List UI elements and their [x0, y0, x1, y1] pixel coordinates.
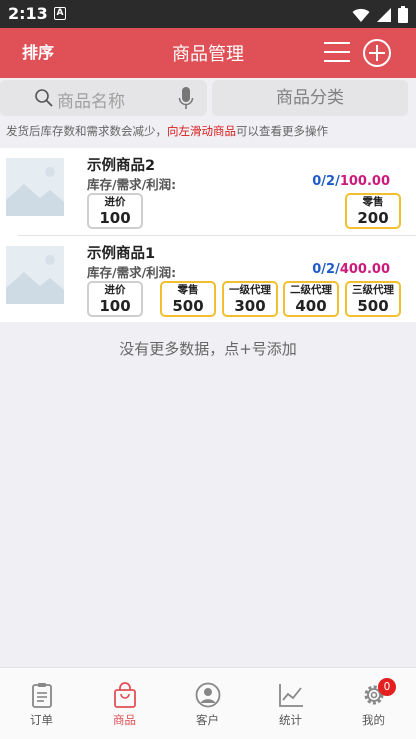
add-icon[interactable] — [362, 38, 392, 68]
tab-label: 商品 — [113, 713, 136, 727]
empty-state-text: 没有更多数据，点+号添加 — [119, 340, 297, 358]
price-value: 100 — [99, 209, 131, 227]
price-value: 500 — [172, 297, 204, 315]
menu-icon[interactable] — [322, 40, 352, 64]
price-value: 300 — [234, 297, 266, 315]
hint-text: 发货后库存数和需求数会减少，向左滑动商品可以查看更多操作 — [6, 123, 328, 139]
image-placeholder-icon — [6, 158, 64, 216]
app-header: 排序 商品管理 — [0, 28, 416, 78]
price-label: 进价 — [104, 284, 126, 296]
chart-icon — [279, 684, 303, 707]
stock-label: 库存/需求/利润: — [87, 177, 177, 192]
product-item[interactable]: 示例商品1 库存/需求/利润: 0/2/400.00 进价 100 零售 500… — [6, 235, 416, 322]
product-list: 示例商品2 库存/需求/利润: 0/2/100.00 进价 100 零售 200… — [0, 148, 416, 322]
price-label: 零售 — [177, 284, 199, 296]
product-item[interactable]: 示例商品2 库存/需求/利润: 0/2/100.00 进价 100 零售 200 — [0, 148, 416, 235]
tab-statistics[interactable]: 统计 — [249, 668, 332, 739]
product-name: 示例商品2 — [87, 158, 156, 174]
tab-mine[interactable]: 0 我的 — [332, 668, 415, 739]
tab-customers[interactable]: 客户 — [166, 668, 249, 739]
hint-text-highlight: 向左滑动商品 — [167, 124, 236, 138]
accessibility-icon: A — [54, 7, 66, 20]
tab-label: 我的 — [362, 713, 385, 727]
demand-value: 2 — [326, 262, 336, 277]
stock-value: 0 — [312, 262, 322, 277]
wifi-icon — [352, 8, 370, 22]
retail-price-box: 零售 200 — [345, 193, 401, 229]
image-placeholder-icon — [6, 246, 64, 304]
price-label: 二级代理 — [290, 284, 332, 296]
price-label: 一级代理 — [229, 284, 271, 296]
price-value: 500 — [357, 297, 389, 315]
status-icons — [352, 6, 408, 23]
battery-icon — [398, 6, 408, 23]
search-icon — [35, 89, 53, 107]
signal-icon — [377, 7, 391, 22]
stock-value: 0 — [312, 174, 322, 189]
bottom-tab-bar: 订单 商品 客户 统计 0 我的 — [0, 667, 416, 739]
cost-price-box: 进价 100 — [87, 281, 143, 317]
price-value: 100 — [99, 297, 131, 315]
microphone-icon[interactable] — [178, 86, 194, 110]
profit-value: 100.00 — [339, 174, 390, 189]
tab-products[interactable]: 商品 — [83, 668, 166, 739]
notification-badge: 0 — [378, 678, 396, 696]
price-label: 进价 — [104, 196, 126, 208]
hint-text-after: 可以查看更多操作 — [236, 124, 328, 138]
bag-icon — [114, 682, 136, 708]
cost-price-box: 进价 100 — [87, 193, 143, 229]
demand-value: 2 — [326, 174, 336, 189]
product-name: 示例商品1 — [87, 246, 156, 262]
tab-orders[interactable]: 订单 — [0, 668, 83, 739]
agent-level2-price-box: 二级代理 400 — [283, 281, 339, 317]
tab-label: 订单 — [30, 713, 53, 727]
price-label: 零售 — [362, 196, 384, 208]
clipboard-icon — [32, 683, 52, 708]
price-value: 200 — [357, 209, 389, 227]
status-bar: 2:13 A — [0, 0, 416, 28]
price-label: 三级代理 — [352, 284, 394, 296]
stock-values: 0/2/100.00 — [312, 174, 390, 189]
tab-label: 客户 — [196, 713, 219, 727]
profit-value: 400.00 — [339, 262, 390, 277]
hint-text-before: 发货后库存数和需求数会减少， — [6, 124, 167, 138]
search-input[interactable]: 商品名称 — [0, 80, 207, 116]
stock-values: 0/2/400.00 — [312, 262, 390, 277]
tab-label: 统计 — [279, 713, 302, 727]
agent-level1-price-box: 一级代理 300 — [222, 281, 278, 317]
status-time: 2:13 — [8, 4, 48, 23]
price-value: 400 — [295, 297, 327, 315]
category-button[interactable]: 商品分类 — [212, 80, 408, 116]
retail-price-box: 零售 500 — [160, 281, 216, 317]
search-placeholder: 商品名称 — [57, 92, 125, 112]
person-icon — [195, 682, 221, 708]
agent-level3-price-box: 三级代理 500 — [345, 281, 401, 317]
stock-label: 库存/需求/利润: — [87, 265, 177, 280]
page-title: 商品管理 — [172, 44, 244, 65]
